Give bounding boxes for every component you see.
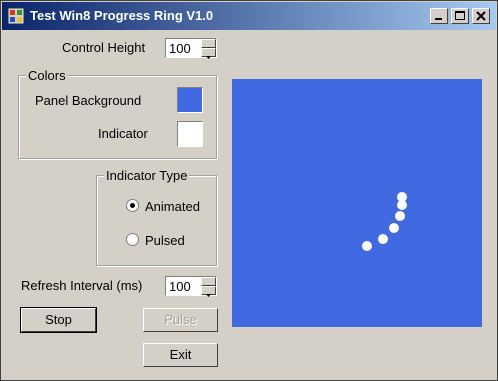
progress-ring-indicator (362, 192, 407, 251)
indicator-color-label: Indicator (98, 126, 148, 141)
close-button[interactable] (472, 8, 490, 24)
maximize-button[interactable] (451, 8, 469, 24)
progress-ring-dot (362, 241, 372, 251)
refresh-interval-down-button[interactable] (201, 286, 216, 297)
progress-ring-dot (395, 211, 405, 221)
progress-ring-panel (232, 79, 482, 327)
control-height-up-button[interactable] (201, 39, 216, 50)
main-window: Test Win8 Progress Ring V1.0 Control Hei… (0, 0, 498, 381)
indicator-type-group (96, 175, 217, 266)
control-height-down-button[interactable] (201, 48, 216, 59)
close-icon (476, 11, 486, 21)
control-height-value[interactable]: 100 (169, 41, 191, 56)
title-bar[interactable]: Test Win8 Progress Ring V1.0 (2, 2, 496, 30)
progress-ring-dot (397, 192, 407, 202)
panel-background-swatch[interactable] (177, 87, 203, 113)
app-icon (8, 8, 24, 24)
pulse-button[interactable]: Pulse (143, 308, 218, 332)
control-height-label: Control Height (62, 40, 146, 55)
refresh-interval-spinner[interactable]: 100 (165, 276, 217, 297)
chevron-down-icon (206, 294, 211, 297)
minimize-icon (435, 18, 442, 20)
minimize-button[interactable] (430, 8, 448, 24)
animated-radio[interactable] (126, 199, 139, 212)
animated-radio-label[interactable]: Animated (145, 199, 200, 214)
control-height-spinner[interactable]: 100 (165, 38, 217, 59)
indicator-type-group-label: Indicator Type (104, 168, 190, 183)
pulsed-radio[interactable] (126, 233, 139, 246)
refresh-interval-up-button[interactable] (201, 277, 216, 288)
panel-background-label: Panel Background (35, 93, 142, 108)
indicator-color-swatch[interactable] (177, 121, 203, 147)
chevron-down-icon (206, 56, 211, 59)
refresh-interval-label: Refresh Interval (ms) (21, 278, 143, 293)
progress-ring-dot (378, 234, 388, 244)
radio-selected-dot (130, 203, 135, 208)
stop-button[interactable]: Stop (20, 307, 97, 333)
progress-ring-dot (389, 223, 399, 233)
window-title: Test Win8 Progress Ring V1.0 (30, 8, 214, 23)
colors-group-label: Colors (26, 68, 68, 83)
refresh-interval-value[interactable]: 100 (169, 279, 191, 294)
exit-button[interactable]: Exit (143, 343, 218, 367)
pulsed-radio-label[interactable]: Pulsed (145, 233, 185, 248)
maximize-icon (455, 11, 465, 20)
